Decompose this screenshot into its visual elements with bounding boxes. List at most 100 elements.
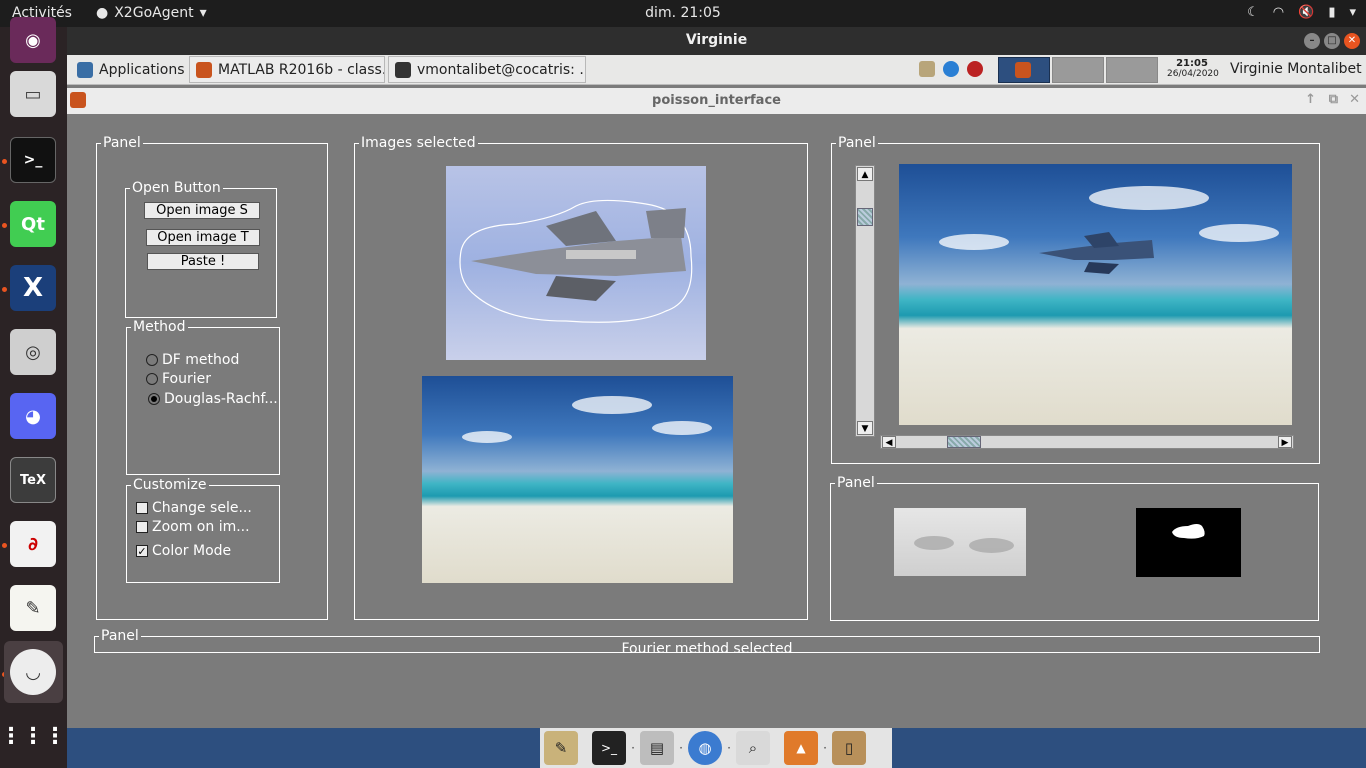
method-option-douglas-rachford[interactable]: Douglas-Rachf... [148,391,278,407]
gray-source-thumbnail[interactable] [894,508,1026,576]
night-light-icon: ☾ [1247,5,1259,20]
panel-label: Panel [101,134,143,152]
change-selection-checkbox[interactable]: Change sele... [136,500,252,516]
cloud [572,396,652,414]
images-selected-panel: Images selected [354,134,808,620]
x2go-icon[interactable]: ◡ [10,649,56,695]
group-label: Method [131,318,188,336]
checkbox[interactable] [136,502,148,514]
vertical-scrollbar[interactable]: ▲ ▼ [855,165,875,437]
clock[interactable]: dim. 21:05 [645,5,721,21]
task-matlab[interactable]: MATLAB R2016b - class... [189,56,385,83]
restore-icon[interactable]: ⧉ [1329,92,1338,107]
open-image-s-button[interactable]: Open image S [144,202,260,219]
applications-menu[interactable]: Applications [71,56,191,83]
paste-button[interactable]: Paste ! [147,253,259,270]
clipboard-icon[interactable] [919,61,935,77]
text-editor-icon[interactable]: ✎ [10,585,56,631]
pdf-reader-icon[interactable]: ∂ [10,521,56,567]
matlab-icon [1015,62,1031,78]
horizontal-scrollbar[interactable]: ◀ ▶ [880,435,1294,449]
minimize-icon[interactable]: – [1304,33,1320,49]
panel-label: Images selected [359,134,478,152]
camera-icon[interactable]: ◎ [10,329,56,375]
close-icon[interactable]: ✕ [1344,33,1360,49]
open-image-t-button[interactable]: Open image T [146,229,260,246]
source-image-jet[interactable] [446,166,706,360]
cloud [939,234,1009,250]
system-tray[interactable]: ☾ ◠ 🔇 ▮ ▾ [1247,5,1356,20]
radio-button-selected[interactable] [148,393,160,405]
panel-clock[interactable]: 21:05 26/04/2020 [1167,58,1219,80]
group-label: Open Button [130,179,223,197]
timer-icon[interactable] [967,61,983,77]
figure-titlebar: poisson_interface ↑ ⧉ ✕ [67,88,1366,114]
checkbox[interactable] [136,521,148,533]
wifi-icon: ◠ [1272,5,1285,20]
running-indicator [2,159,7,164]
cloud [652,421,712,435]
option-label: DF method [162,352,240,368]
method-option-df[interactable]: DF method [146,352,239,368]
notes-icon[interactable]: ▯ [832,731,866,765]
app-menu[interactable]: ● X2GoAgent ▾ [96,5,207,21]
matlab-icon[interactable]: ▲ [784,731,818,765]
terminal-icon [395,61,411,78]
result-image[interactable] [899,164,1292,425]
user-name[interactable]: Virginie Montalibet [1230,61,1362,77]
method-group: Method DF method Fourier Douglas-Rachf..… [126,318,280,475]
applications-label: Applications [99,61,185,78]
remote-window-titlebar: Virginie – □ ✕ [67,27,1366,55]
gnome-top-bar: Activités ● X2GoAgent ▾ dim. 21:05 ☾ ◠ 🔇… [0,0,1366,27]
task-label: MATLAB R2016b - class... [218,61,385,78]
color-mode-checkbox[interactable]: ✓ Color Mode [136,543,231,559]
vertical-scroll-thumb[interactable] [857,208,873,226]
qt-creator-icon[interactable]: Qt [10,201,56,247]
search-icon[interactable]: ⌕ [736,731,770,765]
method-option-fourier[interactable]: Fourier [146,371,211,387]
scroll-down-icon[interactable]: ▼ [857,421,873,435]
settings-icon[interactable]: ✎ [544,731,578,765]
option-label: Douglas-Rachf... [164,391,278,407]
cloud [969,538,1014,553]
cloud [1089,186,1209,210]
task-terminal[interactable]: vmontalibet@cocatris: ... [388,56,586,83]
close-icon[interactable]: ✕ [1349,92,1360,107]
checkbox-checked[interactable]: ✓ [136,545,148,557]
preview-panel: Panel ▲ ▼ ◀ ▶ [831,134,1320,464]
texmaker-icon[interactable]: TeX [10,457,56,503]
mask-thumbnail[interactable] [1136,508,1241,577]
app-grid-icon[interactable]: ⋮⋮⋮ [0,713,66,759]
discord-icon[interactable]: ◕ [10,393,56,439]
workspace-3[interactable] [1106,57,1158,83]
x-icon[interactable]: X [10,265,56,311]
scroll-up-icon[interactable]: ▲ [857,167,873,181]
workspace-2[interactable] [1052,57,1104,83]
terminal-icon[interactable]: >_ [592,731,626,765]
pin-icon[interactable]: ↑ [1305,92,1316,107]
scroll-right-icon[interactable]: ▶ [1278,436,1292,448]
xfce-mouse-icon [77,61,93,78]
separator-dot: · [823,741,827,755]
running-indicator [2,287,7,292]
pasted-jet [1039,232,1154,274]
horizontal-scroll-thumb[interactable] [947,436,981,448]
scroll-left-icon[interactable]: ◀ [882,436,896,448]
radio-button[interactable] [146,373,158,385]
file-manager-icon[interactable]: ▤ [640,731,674,765]
remote-window-title: Virginie [685,32,748,48]
files-icon[interactable]: ▭ [10,71,56,117]
firefox-icon[interactable]: ◉ [10,17,56,63]
workspace-1[interactable] [998,57,1050,83]
update-icon[interactable] [943,61,959,77]
radio-button[interactable] [146,354,158,366]
separator-dot: · [631,741,635,755]
terminal-icon[interactable]: >_ [10,137,56,183]
cloud [462,431,512,443]
target-image-beach[interactable] [422,376,733,583]
maximize-icon[interactable]: □ [1324,33,1340,49]
web-browser-icon[interactable]: ◍ [688,731,722,765]
status-panel: Panel Fourier method selected [94,627,1320,653]
zoom-checkbox[interactable]: Zoom on im... [136,519,250,535]
jet-selection-svg [459,199,693,323]
